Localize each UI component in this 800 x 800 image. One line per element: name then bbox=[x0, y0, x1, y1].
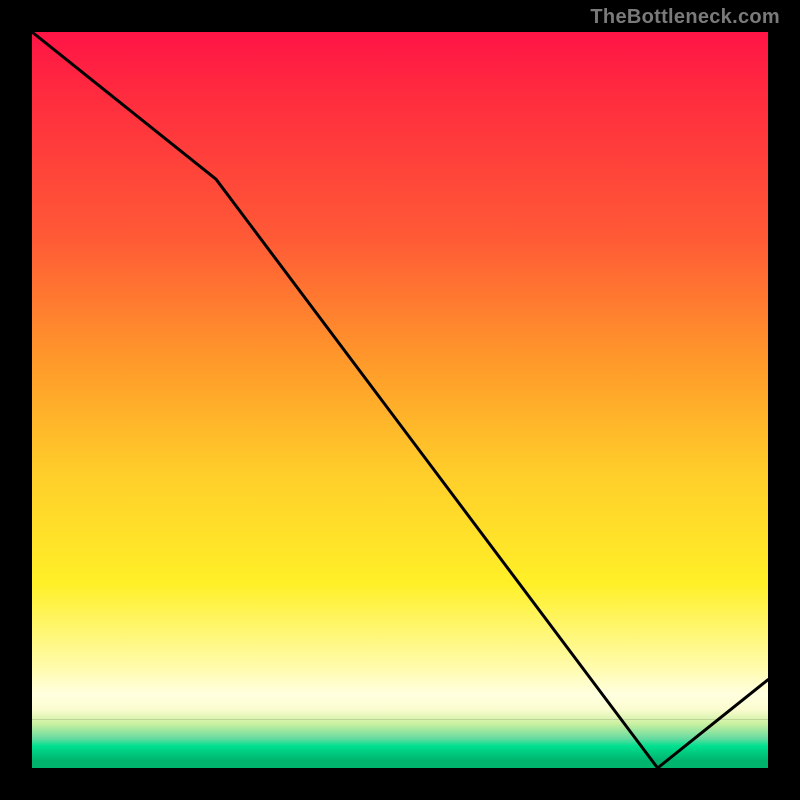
line-series bbox=[32, 32, 768, 768]
series-path bbox=[32, 32, 768, 768]
watermark-text: TheBottleneck.com bbox=[590, 6, 780, 29]
chart-frame: { "watermark": "TheBottleneck.com", "bot… bbox=[0, 0, 800, 800]
plot-area bbox=[30, 30, 770, 770]
